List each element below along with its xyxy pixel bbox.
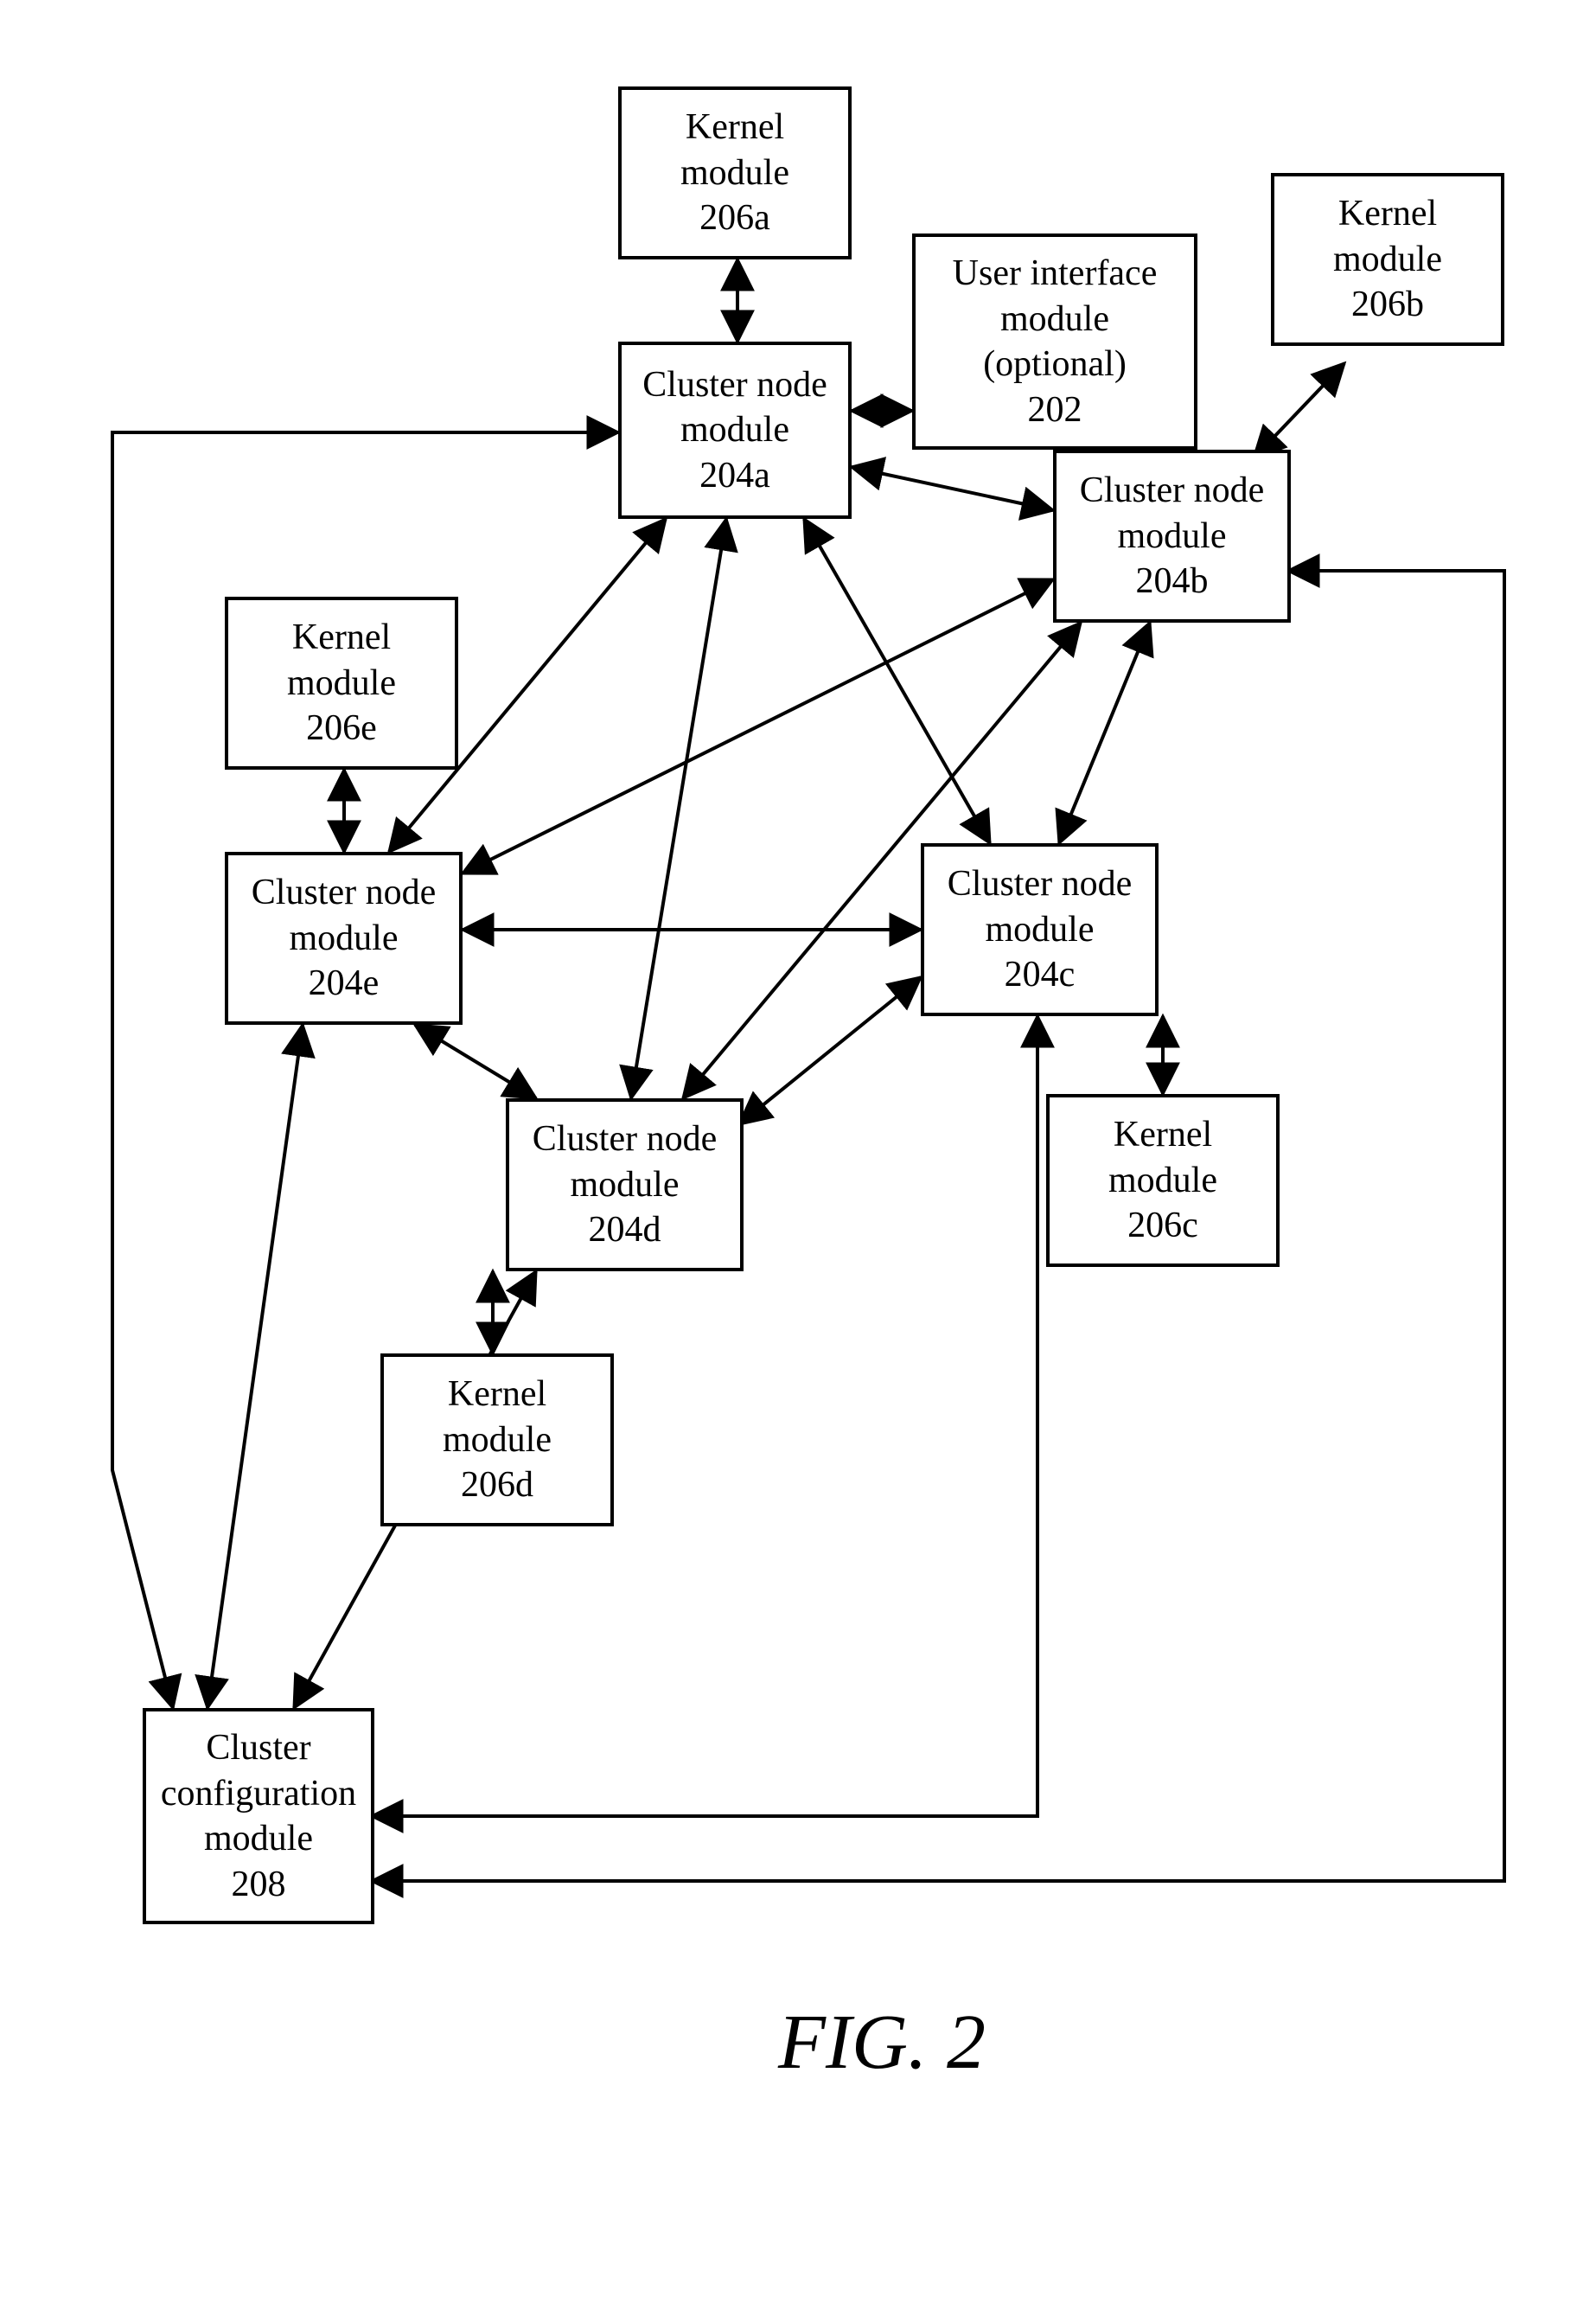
cluster-configuration-module: Cluster configuration module 208 — [143, 1708, 374, 1924]
label: 208 — [232, 1862, 286, 1908]
label: module — [1108, 1158, 1217, 1204]
label: 204a — [699, 453, 770, 499]
label: 204e — [309, 961, 380, 1007]
cluster-node-e: Cluster node module 204e — [225, 852, 463, 1025]
label: Kernel — [686, 105, 784, 150]
label: 202 — [1028, 387, 1082, 433]
label: 204d — [589, 1207, 661, 1253]
cluster-node-d: Cluster node module 204d — [506, 1098, 744, 1271]
label: 206b — [1351, 282, 1424, 328]
label: 204b — [1136, 559, 1209, 605]
cluster-node-a: Cluster node module 204a — [618, 342, 852, 519]
label: User interface — [953, 251, 1158, 297]
label: 206e — [306, 706, 377, 752]
kernel-module-c: Kernel module 206c — [1046, 1094, 1280, 1267]
label: module — [1333, 237, 1442, 283]
label: Cluster node — [948, 861, 1132, 907]
label: Kernel — [292, 615, 391, 661]
label: Cluster node — [642, 362, 827, 408]
label: module — [443, 1417, 552, 1463]
kernel-module-b: Kernel module 206b — [1271, 173, 1504, 346]
label: 204c — [1005, 952, 1076, 998]
label: 206a — [699, 195, 770, 241]
label: configuration — [161, 1771, 356, 1817]
label: module — [986, 907, 1095, 953]
label: Cluster — [206, 1725, 310, 1771]
label: 206d — [461, 1462, 533, 1508]
label: module — [1118, 514, 1227, 560]
label: module — [287, 661, 396, 707]
label: Cluster node — [533, 1116, 717, 1162]
diagram-canvas: Kernel module 206a User interface module… — [0, 0, 1596, 2303]
label: module — [290, 916, 399, 962]
label: (optional) — [983, 342, 1127, 387]
label: module — [680, 407, 789, 453]
kernel-module-e: Kernel module 206e — [225, 597, 458, 770]
kernel-module-d: Kernel module 206d — [380, 1353, 614, 1526]
figure-caption: FIG. 2 — [778, 1998, 986, 2087]
label: Kernel — [1338, 191, 1437, 237]
label: module — [1000, 297, 1109, 342]
kernel-module-a: Kernel module 206a — [618, 86, 852, 259]
cluster-node-c: Cluster node module 204c — [921, 843, 1159, 1016]
label: Cluster node — [252, 870, 436, 916]
label: 206c — [1127, 1203, 1198, 1249]
label: module — [680, 150, 789, 196]
label: module — [571, 1162, 680, 1208]
label: module — [204, 1816, 313, 1862]
user-interface-module: User interface module (optional) 202 — [912, 233, 1197, 450]
label: Cluster node — [1080, 468, 1264, 514]
label: Kernel — [448, 1372, 546, 1417]
cluster-node-b: Cluster node module 204b — [1053, 450, 1291, 623]
label: Kernel — [1114, 1112, 1212, 1158]
